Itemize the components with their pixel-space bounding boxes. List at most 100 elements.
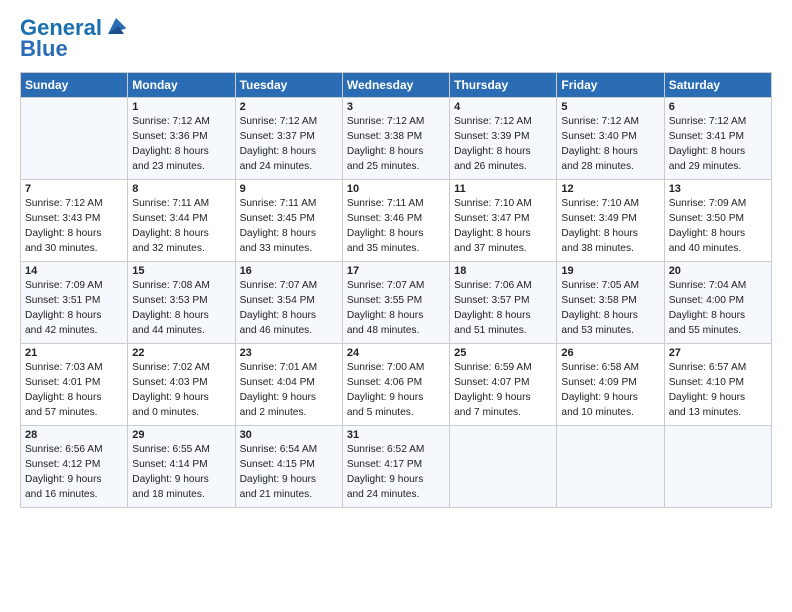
- day-info: Sunrise: 7:12 AM Sunset: 3:40 PM Dayligh…: [561, 115, 659, 174]
- calendar-cell: 9 Sunrise: 7:11 AM Sunset: 3:45 PM Daylig…: [235, 180, 342, 262]
- column-header-saturday: Saturday: [664, 73, 771, 98]
- calendar-cell: 10 Sunrise: 7:11 AM Sunset: 3:46 PM Dayli…: [342, 180, 449, 262]
- calendar-cell: 12 Sunrise: 7:10 AM Sunset: 3:49 PM Dayli…: [557, 180, 664, 262]
- day-number: 15: [132, 265, 230, 277]
- calendar-cell: 19 Sunrise: 7:05 AM Sunset: 3:58 PM Dayli…: [557, 262, 664, 344]
- calendar-cell: 27 Sunrise: 6:57 AM Sunset: 4:10 PM Dayli…: [664, 344, 771, 426]
- calendar-cell: 24 Sunrise: 7:00 AM Sunset: 4:06 PM Dayli…: [342, 344, 449, 426]
- day-info: Sunrise: 7:12 AM Sunset: 3:38 PM Dayligh…: [347, 115, 445, 174]
- day-number: 7: [25, 183, 123, 195]
- day-number: 19: [561, 265, 659, 277]
- calendar-cell: 17 Sunrise: 7:07 AM Sunset: 3:55 PM Dayli…: [342, 262, 449, 344]
- calendar-cell: 7 Sunrise: 7:12 AM Sunset: 3:43 PM Daylig…: [21, 180, 128, 262]
- calendar-cell: 23Sunrise: 7:01 AM Sunset: 4:04 PM Dayli…: [235, 344, 342, 426]
- day-number: 23: [240, 347, 338, 359]
- day-info: Sunrise: 7:12 AM Sunset: 3:37 PM Dayligh…: [240, 115, 338, 174]
- calendar-cell: 28Sunrise: 6:56 AM Sunset: 4:12 PM Dayli…: [21, 426, 128, 508]
- day-number: 2: [240, 101, 338, 113]
- day-info: Sunrise: 7:08 AM Sunset: 3:53 PM Dayligh…: [132, 279, 230, 338]
- calendar-cell: 22 Sunrise: 7:02 AM Sunset: 4:03 PM Dayli…: [128, 344, 235, 426]
- day-number: 25: [454, 347, 552, 359]
- logo-icon: [104, 14, 128, 38]
- day-number: 31: [347, 429, 445, 441]
- calendar-cell: 2 Sunrise: 7:12 AM Sunset: 3:37 PM Daylig…: [235, 98, 342, 180]
- day-info: Sunrise: 6:55 AM Sunset: 4:14 PM Dayligh…: [132, 443, 230, 502]
- column-header-friday: Friday: [557, 73, 664, 98]
- header: General Blue: [20, 16, 772, 62]
- day-info: Sunrise: 7:05 AM Sunset: 3:58 PM Dayligh…: [561, 279, 659, 338]
- day-number: 30: [240, 429, 338, 441]
- logo: General Blue: [20, 16, 128, 62]
- calendar-week-row: 28Sunrise: 6:56 AM Sunset: 4:12 PM Dayli…: [21, 426, 772, 508]
- calendar-body: 1 Sunrise: 7:12 AM Sunset: 3:36 PM Daylig…: [21, 98, 772, 508]
- day-info: Sunrise: 7:12 AM Sunset: 3:36 PM Dayligh…: [132, 115, 230, 174]
- column-header-thursday: Thursday: [450, 73, 557, 98]
- day-info: Sunrise: 7:04 AM Sunset: 4:00 PM Dayligh…: [669, 279, 767, 338]
- day-number: 10: [347, 183, 445, 195]
- calendar-week-row: 7 Sunrise: 7:12 AM Sunset: 3:43 PM Daylig…: [21, 180, 772, 262]
- calendar-cell: 16 Sunrise: 7:07 AM Sunset: 3:54 PM Dayli…: [235, 262, 342, 344]
- day-number: 24: [347, 347, 445, 359]
- calendar-cell: [450, 426, 557, 508]
- calendar-cell: 29 Sunrise: 6:55 AM Sunset: 4:14 PM Dayli…: [128, 426, 235, 508]
- day-number: 18: [454, 265, 552, 277]
- column-header-tuesday: Tuesday: [235, 73, 342, 98]
- calendar-cell: [21, 98, 128, 180]
- day-info: Sunrise: 6:52 AM Sunset: 4:17 PM Dayligh…: [347, 443, 445, 502]
- day-number: 13: [669, 183, 767, 195]
- day-info: Sunrise: 7:07 AM Sunset: 3:54 PM Dayligh…: [240, 279, 338, 338]
- calendar-week-row: 21Sunrise: 7:03 AM Sunset: 4:01 PM Dayli…: [21, 344, 772, 426]
- day-number: 29: [132, 429, 230, 441]
- calendar-table: SundayMondayTuesdayWednesdayThursdayFrid…: [20, 72, 772, 508]
- day-info: Sunrise: 7:12 AM Sunset: 3:43 PM Dayligh…: [25, 197, 123, 256]
- day-info: Sunrise: 7:03 AM Sunset: 4:01 PM Dayligh…: [25, 361, 123, 420]
- column-header-sunday: Sunday: [21, 73, 128, 98]
- day-info: Sunrise: 7:02 AM Sunset: 4:03 PM Dayligh…: [132, 361, 230, 420]
- calendar-cell: 14 Sunrise: 7:09 AM Sunset: 3:51 PM Dayli…: [21, 262, 128, 344]
- calendar-cell: 26Sunrise: 6:58 AM Sunset: 4:09 PM Dayli…: [557, 344, 664, 426]
- column-header-monday: Monday: [128, 73, 235, 98]
- day-info: Sunrise: 6:57 AM Sunset: 4:10 PM Dayligh…: [669, 361, 767, 420]
- calendar-cell: 13 Sunrise: 7:09 AM Sunset: 3:50 PM Dayli…: [664, 180, 771, 262]
- day-number: 26: [561, 347, 659, 359]
- day-number: 17: [347, 265, 445, 277]
- day-number: 14: [25, 265, 123, 277]
- calendar-cell: 18 Sunrise: 7:06 AM Sunset: 3:57 PM Dayli…: [450, 262, 557, 344]
- calendar-header-row: SundayMondayTuesdayWednesdayThursdayFrid…: [21, 73, 772, 98]
- calendar-cell: 30 Sunrise: 6:54 AM Sunset: 4:15 PM Dayli…: [235, 426, 342, 508]
- day-info: Sunrise: 7:07 AM Sunset: 3:55 PM Dayligh…: [347, 279, 445, 338]
- day-number: 11: [454, 183, 552, 195]
- calendar-cell: 8 Sunrise: 7:11 AM Sunset: 3:44 PM Daylig…: [128, 180, 235, 262]
- day-number: 5: [561, 101, 659, 113]
- calendar-cell: 6 Sunrise: 7:12 AM Sunset: 3:41 PM Daylig…: [664, 98, 771, 180]
- day-info: Sunrise: 7:11 AM Sunset: 3:44 PM Dayligh…: [132, 197, 230, 256]
- day-number: 28: [25, 429, 123, 441]
- day-info: Sunrise: 7:10 AM Sunset: 3:49 PM Dayligh…: [561, 197, 659, 256]
- day-number: 27: [669, 347, 767, 359]
- day-info: Sunrise: 7:11 AM Sunset: 3:45 PM Dayligh…: [240, 197, 338, 256]
- day-info: Sunrise: 6:54 AM Sunset: 4:15 PM Dayligh…: [240, 443, 338, 502]
- day-info: Sunrise: 7:12 AM Sunset: 3:41 PM Dayligh…: [669, 115, 767, 174]
- day-number: 12: [561, 183, 659, 195]
- day-info: Sunrise: 7:06 AM Sunset: 3:57 PM Dayligh…: [454, 279, 552, 338]
- day-number: 20: [669, 265, 767, 277]
- column-header-wednesday: Wednesday: [342, 73, 449, 98]
- calendar-cell: 25Sunrise: 6:59 AM Sunset: 4:07 PM Dayli…: [450, 344, 557, 426]
- day-info: Sunrise: 7:11 AM Sunset: 3:46 PM Dayligh…: [347, 197, 445, 256]
- calendar-cell: 31 Sunrise: 6:52 AM Sunset: 4:17 PM Dayli…: [342, 426, 449, 508]
- day-number: 8: [132, 183, 230, 195]
- calendar-cell: 4Sunrise: 7:12 AM Sunset: 3:39 PM Daylig…: [450, 98, 557, 180]
- calendar-cell: 3Sunrise: 7:12 AM Sunset: 3:38 PM Daylig…: [342, 98, 449, 180]
- calendar-cell: 5 Sunrise: 7:12 AM Sunset: 3:40 PM Daylig…: [557, 98, 664, 180]
- day-number: 6: [669, 101, 767, 113]
- day-info: Sunrise: 7:12 AM Sunset: 3:39 PM Dayligh…: [454, 115, 552, 174]
- day-number: 16: [240, 265, 338, 277]
- calendar-cell: 15 Sunrise: 7:08 AM Sunset: 3:53 PM Dayli…: [128, 262, 235, 344]
- day-info: Sunrise: 7:09 AM Sunset: 3:50 PM Dayligh…: [669, 197, 767, 256]
- day-number: 22: [132, 347, 230, 359]
- calendar-cell: 20 Sunrise: 7:04 AM Sunset: 4:00 PM Dayli…: [664, 262, 771, 344]
- day-info: Sunrise: 7:00 AM Sunset: 4:06 PM Dayligh…: [347, 361, 445, 420]
- day-number: 9: [240, 183, 338, 195]
- day-info: Sunrise: 7:09 AM Sunset: 3:51 PM Dayligh…: [25, 279, 123, 338]
- day-number: 1: [132, 101, 230, 113]
